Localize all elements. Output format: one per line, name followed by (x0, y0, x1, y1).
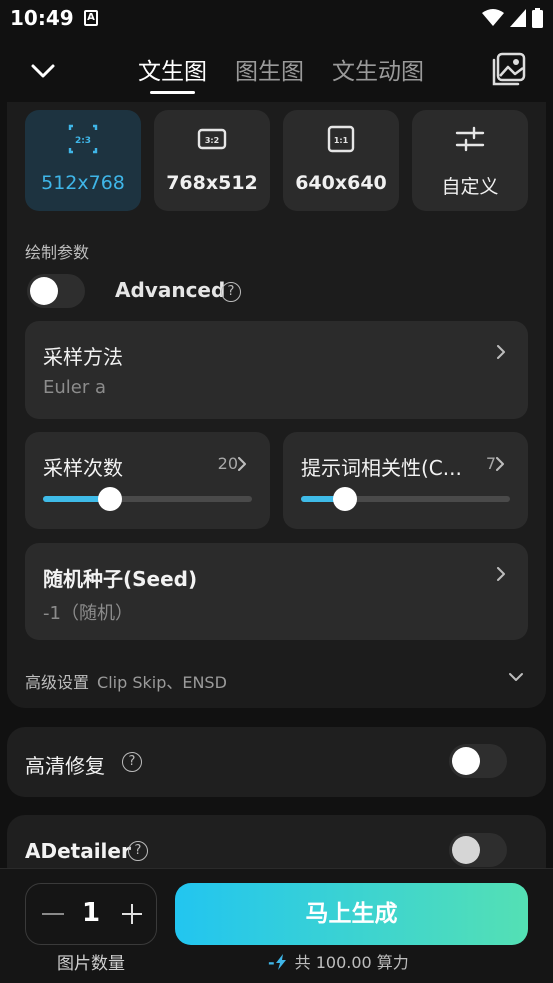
toggle-knob (452, 836, 480, 864)
hires-fix-title: 高清修复 (25, 754, 105, 778)
hires-fix-row: 高清修复 ? (7, 727, 546, 797)
chevron-down-icon[interactable] (507, 668, 525, 686)
size-label: 512x768 (41, 172, 125, 194)
ratio-landscape-icon: 3:2 (197, 128, 227, 150)
quantity-label: 图片数量 (57, 954, 125, 974)
slider-thumb[interactable] (332, 487, 357, 511)
sampler-value: Euler a (43, 377, 107, 398)
chevron-right-icon (497, 567, 505, 581)
tab-image-to-image[interactable]: 图生图 (235, 52, 304, 94)
wifi-icon (482, 9, 504, 26)
status-icons (482, 8, 543, 28)
battery-icon (532, 8, 543, 28)
compute-cost: -共 100.00 算力 (268, 949, 409, 973)
slider-thumb[interactable] (97, 487, 122, 511)
toggle-knob (30, 277, 58, 305)
cfg-slider[interactable] (301, 487, 510, 511)
lightning-icon (275, 954, 286, 970)
cost-dash: - (268, 953, 275, 972)
chevron-down-icon[interactable] (28, 56, 58, 86)
size-label: 768x512 (166, 172, 258, 194)
size-label: 自定义 (441, 176, 499, 198)
status-bar: 10:49 A (0, 0, 553, 38)
adetailer-toggle[interactable] (449, 833, 507, 867)
sampler-title: 采样方法 (43, 345, 123, 369)
advanced-settings-detail: Clip Skip、ENSD (97, 673, 227, 692)
size-option-custom[interactable]: 自定义 (412, 110, 528, 211)
seed-value: -1（随机） (43, 603, 133, 624)
cfg-title: 提示词相关性(C... (301, 456, 462, 480)
notification-a-icon: A (84, 10, 98, 26)
plus-icon-stem[interactable] (131, 904, 133, 924)
top-header: 文生图 图生图 文生动图 (0, 38, 553, 102)
sampling-steps-card[interactable]: 采样次数 20 (25, 432, 270, 529)
tab-text-to-image[interactable]: 文生图 (138, 52, 207, 94)
steps-title: 采样次数 (43, 456, 123, 480)
settings-panel: 2:3 512x768 3:2 768x512 1:1 640x640 自定义 … (7, 102, 546, 708)
section-label-draw-params: 绘制参数 (25, 243, 90, 262)
advanced-label: Advanced (115, 278, 226, 302)
tab-text-to-animation[interactable]: 文生动图 (332, 52, 424, 94)
quantity-stepper: 1 (25, 883, 157, 945)
signal-icon (510, 9, 526, 27)
advanced-settings-label: 高级设置 (25, 673, 90, 692)
toggle-knob (452, 747, 480, 775)
help-icon[interactable]: ? (122, 752, 142, 772)
ratio-portrait-icon: 2:3 (68, 124, 98, 154)
ratio-square-icon: 1:1 (327, 125, 355, 153)
sliders-icon (455, 126, 485, 152)
size-label: 640x640 (295, 172, 387, 194)
help-icon[interactable]: ? (221, 282, 241, 302)
size-option-512x768[interactable]: 2:3 512x768 (25, 110, 141, 211)
random-seed-card[interactable]: 随机种子(Seed) -1（随机） (25, 543, 528, 640)
size-option-768x512[interactable]: 3:2 768x512 (154, 110, 270, 211)
status-time: 10:49 (10, 6, 74, 30)
seed-title: 随机种子(Seed) (43, 567, 198, 591)
size-option-640x640[interactable]: 1:1 640x640 (283, 110, 399, 211)
ratio-text: 3:2 (205, 136, 219, 145)
ratio-text: 2:3 (75, 136, 91, 146)
mode-tabs: 文生图 图生图 文生动图 (138, 52, 424, 94)
chevron-right-icon (238, 457, 246, 471)
adetailer-title: ADetailer (25, 839, 131, 863)
chevron-right-icon (496, 457, 504, 471)
ratio-text: 1:1 (334, 136, 349, 145)
cost-text: 共 100.00 算力 (294, 953, 409, 972)
generate-button[interactable]: 马上生成 (175, 883, 528, 945)
gallery-icon[interactable] (492, 52, 526, 86)
advanced-settings-row[interactable]: 高级设置 Clip Skip、ENSD (25, 669, 227, 693)
advanced-toggle[interactable] (27, 274, 85, 308)
help-icon[interactable]: ? (128, 841, 148, 861)
chevron-right-icon (497, 345, 505, 359)
sampler-method-card[interactable]: 采样方法 Euler a (25, 321, 528, 419)
hires-fix-toggle[interactable] (449, 744, 507, 778)
cfg-scale-card[interactable]: 提示词相关性(C... 7 (283, 432, 528, 529)
steps-slider[interactable] (43, 487, 252, 511)
bottom-action-bar: 1 图片数量 马上生成 -共 100.00 算力 (0, 868, 553, 983)
